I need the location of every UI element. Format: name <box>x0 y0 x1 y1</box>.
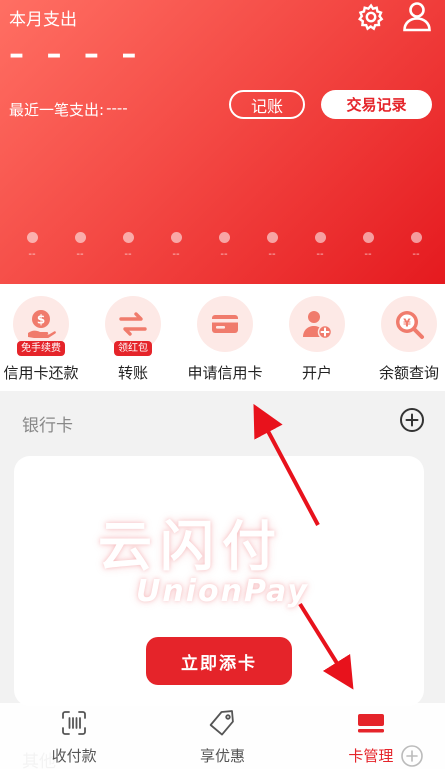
bank-card-section-title: 银行卡 <box>22 416 73 436</box>
unionpay-watermark-logo: 云闪付 <box>98 515 284 578</box>
trend-dot <box>74 232 86 243</box>
svg-text:$: $ <box>37 313 45 327</box>
transaction-history-button[interactable]: 交易记录 <box>321 90 432 119</box>
trend-point: -- <box>297 232 343 260</box>
action-icon-circle <box>289 296 345 352</box>
bottom-navigation: 收付款 享优惠 卡管理 <box>0 703 445 769</box>
nav-icon-wrap <box>356 708 386 738</box>
trend-point: -- <box>345 232 391 260</box>
svg-text:¥: ¥ <box>403 317 411 330</box>
trend-label: -- <box>268 249 276 260</box>
trend-point: -- <box>9 232 55 260</box>
add-other-icon[interactable] <box>400 744 424 768</box>
trend-point: -- <box>57 232 103 260</box>
add-user-icon <box>303 311 333 340</box>
nav-label: 卡管理 <box>348 747 394 765</box>
trend-dot <box>314 232 326 243</box>
transfer-arrows-icon <box>119 312 147 336</box>
credit-card-icon <box>212 315 238 333</box>
nav-label: 享优惠 <box>199 747 245 765</box>
action-open-account[interactable]: 开户 <box>278 296 356 383</box>
trend-label: -- <box>76 249 84 260</box>
action-icon-circle: 领红包 <box>105 296 161 356</box>
nav-deals[interactable]: 享优惠 <box>148 703 296 769</box>
spending-trend-points: -- -- -- -- -- -- -- -- -- <box>9 232 439 260</box>
action-apply-credit-card[interactable]: 申请信用卡 <box>186 296 264 383</box>
action-label: 开户 <box>301 364 332 382</box>
action-label: 余额查询 <box>378 364 439 382</box>
add-bank-card-icon[interactable] <box>399 407 425 433</box>
trend-point: -- <box>153 232 199 260</box>
action-label: 信用卡还款 <box>3 364 79 382</box>
trend-dot <box>170 232 182 243</box>
trend-label: -- <box>124 249 132 260</box>
monthly-spending-amount: – – – – <box>9 37 143 72</box>
trend-point: -- <box>249 232 295 260</box>
money-hand-icon: $ <box>28 310 56 338</box>
action-credit-card-repayment[interactable]: $ 免手续费 信用卡还款 <box>2 296 80 383</box>
gear-icon[interactable] <box>356 2 386 32</box>
trend-label: -- <box>172 249 180 260</box>
action-badge: 免手续费 <box>17 341 65 356</box>
recent-spending-label: 最近一笔支出: <box>9 101 105 119</box>
tag-icon <box>210 710 235 736</box>
action-label: 申请信用卡 <box>187 364 263 382</box>
trend-dot <box>26 232 38 243</box>
trend-point: -- <box>201 232 247 260</box>
nav-icon-wrap <box>59 708 89 738</box>
user-profile-icon[interactable] <box>401 0 433 32</box>
trend-point: -- <box>105 232 151 260</box>
add-card-panel: 云闪付 UnionPay 立即添卡 <box>14 456 424 706</box>
unionpay-watermark-text: UnionPay <box>136 574 309 609</box>
nav-icon-wrap <box>207 708 237 738</box>
add-card-now-button[interactable]: 立即添卡 <box>146 637 292 685</box>
trend-dot <box>266 232 278 243</box>
nav-pay-receive[interactable]: 收付款 <box>0 703 148 769</box>
recent-spending-value: ---- <box>106 99 128 117</box>
action-icon-circle: ¥ <box>381 296 437 352</box>
action-transfer[interactable]: 领红包 转账 <box>94 296 172 383</box>
trend-dot <box>362 232 374 243</box>
trend-point: -- <box>393 232 439 260</box>
scan-pay-icon <box>62 711 87 735</box>
action-icon-circle <box>197 296 253 352</box>
action-balance-inquiry[interactable]: ¥ 余额查询 <box>370 296 445 383</box>
action-icon-circle: $ 免手续费 <box>13 296 69 356</box>
trend-dot <box>410 232 422 243</box>
trend-label: -- <box>28 249 36 260</box>
yen-search-icon: ¥ <box>396 311 424 339</box>
action-badge: 领红包 <box>114 341 152 356</box>
quick-actions: $ 免手续费 信用卡还款 领红包 转账 申请信用卡 开户 ¥ 余额查询 <box>0 284 445 391</box>
bank-card-section-header: 银行卡 <box>0 391 445 451</box>
trend-label: -- <box>316 249 324 260</box>
recent-spending: 最近一笔支出: ---- <box>9 99 128 120</box>
trend-label: -- <box>220 249 228 260</box>
monthly-spending-title: 本月支出 <box>9 10 77 30</box>
trend-label: -- <box>364 249 372 260</box>
nav-label: 收付款 <box>51 747 97 765</box>
record-expense-button[interactable]: 记账 <box>229 90 305 119</box>
action-label: 转账 <box>117 364 148 382</box>
trend-label: -- <box>412 249 420 260</box>
spending-header: 本月支出 – – – – 最近一笔支出: ---- 记账 交易记录 -- -- … <box>0 0 445 284</box>
card-manage-icon <box>357 714 384 733</box>
trend-dot <box>218 232 230 243</box>
trend-dot <box>122 232 134 243</box>
